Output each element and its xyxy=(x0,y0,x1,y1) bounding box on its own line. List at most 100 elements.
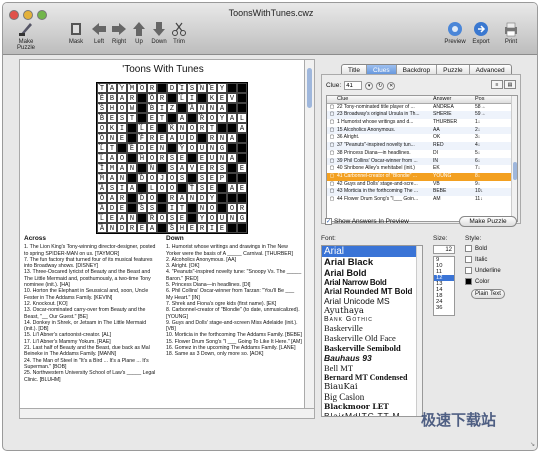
row-checkbox[interactable]: ▢ xyxy=(327,158,337,166)
grid-block[interactable] xyxy=(127,173,137,183)
row-checkbox[interactable]: ▢ xyxy=(327,150,337,158)
grid-cell[interactable]: B xyxy=(107,93,117,103)
grid-cell[interactable]: 51 S xyxy=(137,203,147,213)
clue-column-header[interactable]: Clue xyxy=(337,96,433,103)
grid-cell[interactable]: U xyxy=(177,133,187,143)
font-list-scrollbar[interactable] xyxy=(416,246,422,416)
grid-cell[interactable]: O xyxy=(187,123,197,133)
grid-cell[interactable]: H xyxy=(107,103,117,113)
make-puzzle-tool[interactable]: Make Puzzle xyxy=(9,21,43,51)
bold-option[interactable]: Bold xyxy=(465,245,521,252)
grid-cell[interactable]: O xyxy=(147,173,157,183)
grid-cell[interactable]: N xyxy=(197,203,207,213)
grid-block[interactable] xyxy=(237,93,247,103)
grid-cell[interactable]: 16 S xyxy=(97,103,107,113)
grid-cell[interactable]: U xyxy=(197,143,207,153)
grid-cell[interactable]: E xyxy=(237,163,247,173)
grid-cell[interactable]: R xyxy=(237,203,247,213)
clue-number-field[interactable] xyxy=(344,81,363,90)
grid-cell[interactable]: R xyxy=(207,133,217,143)
right-tool[interactable]: Right xyxy=(109,21,129,45)
clue-table[interactable]: Clue Answer Pos ▢ 22 Tony-nominated title… xyxy=(326,95,518,222)
grid-cell[interactable]: L xyxy=(237,113,247,123)
table-row[interactable]: ▢ 22 Tony-nominated title player of ... AN… xyxy=(327,104,517,112)
grid-cell[interactable]: 19 B xyxy=(97,113,107,123)
grid-block[interactable] xyxy=(237,193,247,203)
grid-cell[interactable]: D xyxy=(107,203,117,213)
grid-cell[interactable]: 46 O xyxy=(97,193,107,203)
grid-cell[interactable]: H xyxy=(177,223,187,233)
grid-cell[interactable]: 26 F xyxy=(137,133,147,143)
row-checkbox[interactable]: ▢ xyxy=(327,165,337,173)
grid-cell[interactable]: R xyxy=(167,193,177,203)
grid-cell[interactable]: 31 Y xyxy=(177,143,187,153)
font-list-item[interactable]: BiauKai xyxy=(322,382,422,392)
row-checkbox[interactable]: ▢ xyxy=(327,181,337,189)
grid-cell[interactable]: A xyxy=(227,113,237,123)
bold-checkbox[interactable] xyxy=(465,245,472,252)
grid-cell[interactable]: L xyxy=(147,183,157,193)
delete-icon[interactable]: ✕ xyxy=(387,81,396,90)
grid-cell[interactable]: R xyxy=(197,123,207,133)
grid-cell[interactable]: S xyxy=(167,163,177,173)
size-list-item[interactable]: 36 xyxy=(434,305,454,311)
grid-cell[interactable]: E xyxy=(177,213,187,223)
answer-column-header[interactable]: Answer xyxy=(433,96,475,103)
grid-block[interactable] xyxy=(227,143,237,153)
grid-block[interactable] xyxy=(167,113,177,123)
resize-grip-icon[interactable]: ↘ xyxy=(530,441,535,448)
font-list-item[interactable]: Baskerville xyxy=(322,323,422,333)
grid-cell[interactable]: 54 L xyxy=(97,213,107,223)
grid-block[interactable] xyxy=(127,193,137,203)
size-list[interactable]: 9 10 11 12 13 14 18 24 36 xyxy=(433,256,455,316)
font-list-item[interactable]: Blackmoor LET xyxy=(322,402,422,411)
grid-block[interactable] xyxy=(237,143,247,153)
font-list-item[interactable]: Baskerville Old Face xyxy=(322,333,422,343)
grid-cell[interactable]: N xyxy=(197,103,207,113)
grid-cell[interactable]: N xyxy=(107,133,117,143)
stepper-icon[interactable]: ▾ xyxy=(365,81,374,90)
row-checkbox[interactable]: ▢ xyxy=(327,127,337,135)
table-row[interactable]: ▢ 41 Carbonnel-creator of "Blondie" ... YO… xyxy=(327,172,517,181)
underline-option[interactable]: Underline xyxy=(465,267,521,274)
grid-block[interactable] xyxy=(237,133,247,143)
plain-text-button[interactable]: Plain Text xyxy=(471,289,505,299)
grid-cell[interactable]: R xyxy=(147,83,157,93)
grid-cell[interactable]: 17 B xyxy=(147,103,157,113)
split-view-icon[interactable]: ▤ xyxy=(504,80,516,89)
grid-cell[interactable]: 29 L xyxy=(97,143,107,153)
grid-cell[interactable]: O xyxy=(157,213,167,223)
pos-column-header[interactable]: Pos xyxy=(475,96,497,103)
grid-cell[interactable]: E xyxy=(117,203,127,213)
grid-block[interactable] xyxy=(157,163,167,173)
export-tool[interactable]: Export xyxy=(469,21,493,45)
color-swatch[interactable] xyxy=(465,278,472,285)
grid-block[interactable] xyxy=(157,83,167,93)
table-row[interactable]: ▢ 1 Humorist whose writings and d... THURB… xyxy=(327,119,517,127)
grid-cell[interactable]: S xyxy=(107,183,117,193)
table-scrollbar[interactable] xyxy=(511,96,517,221)
grid-cell[interactable]: R xyxy=(127,93,137,103)
grid-block[interactable] xyxy=(127,153,137,163)
grid-cell[interactable]: I xyxy=(117,183,127,193)
font-list-item[interactable]: Ayuthaya xyxy=(322,306,422,316)
grid-cell[interactable]: 41 D xyxy=(137,173,147,183)
grid-cell[interactable]: I xyxy=(167,203,177,213)
grid-cell[interactable]: 44 T xyxy=(187,183,197,193)
grid-cell[interactable]: A xyxy=(117,163,127,173)
grid-cell[interactable]: E xyxy=(177,153,187,163)
grid-cell[interactable]: O xyxy=(117,103,127,113)
table-scroll-thumb[interactable] xyxy=(513,162,517,180)
grid-cell[interactable]: N xyxy=(177,123,187,133)
grid-block[interactable] xyxy=(127,203,137,213)
grid-cell[interactable]: 15 L xyxy=(177,93,187,103)
grid-cell[interactable]: O xyxy=(97,123,107,133)
grid-block[interactable] xyxy=(127,133,137,143)
grid-cell[interactable]: N xyxy=(227,213,237,223)
font-list[interactable]: Arial Arial Black Arial Bold Arial Narrow B… xyxy=(321,245,423,417)
grid-cell[interactable]: A xyxy=(117,213,127,223)
grid-cell[interactable]: T xyxy=(127,113,137,123)
grid-cell[interactable]: O xyxy=(207,213,217,223)
grid-block[interactable] xyxy=(227,223,237,233)
grid-cell[interactable]: 33 L xyxy=(97,153,107,163)
